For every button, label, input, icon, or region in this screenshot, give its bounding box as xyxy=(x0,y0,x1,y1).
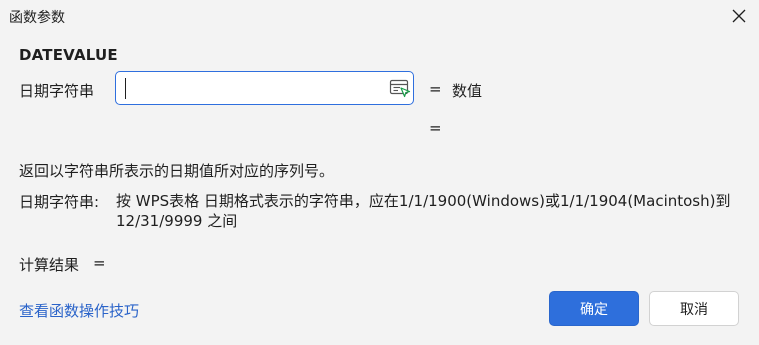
parameter-help-text: 按 WPS表格 日期格式表示的字符串，应在1/1/1900(Windows)或1… xyxy=(116,192,731,230)
close-icon xyxy=(732,9,746,23)
close-button[interactable] xyxy=(722,0,756,32)
function-tips-link[interactable]: 查看函数操作技巧 xyxy=(19,300,139,321)
function-result-equals: = xyxy=(429,119,442,137)
dialog-title: 函数参数 xyxy=(9,10,65,26)
date-string-input[interactable] xyxy=(123,77,385,99)
ok-button[interactable]: 确定 xyxy=(549,291,639,326)
argument-input-box[interactable] xyxy=(115,71,414,105)
calculation-result-equals: = xyxy=(93,254,106,272)
range-select-button[interactable] xyxy=(389,78,411,98)
argument-label: 日期字符串 xyxy=(19,82,95,100)
function-description: 返回以字符串所表示的日期值所对应的序列号。 xyxy=(19,162,335,180)
text-caret xyxy=(125,78,126,99)
argument-result-type: 数值 xyxy=(452,82,483,100)
title-bar[interactable]: 函数参数 xyxy=(0,0,759,32)
parameter-help-label: 日期字符串: xyxy=(19,193,100,211)
argument-equals: = xyxy=(429,80,442,98)
range-select-icon xyxy=(389,79,411,98)
calculation-result-label: 计算结果 xyxy=(19,256,80,274)
cancel-button[interactable]: 取消 xyxy=(649,291,739,326)
function-name: DATEVALUE xyxy=(19,46,118,64)
function-arguments-dialog: 函数参数 DATEVALUE 日期字符串 = 数值 = 返回以字符串所表示的日期… xyxy=(0,0,759,345)
